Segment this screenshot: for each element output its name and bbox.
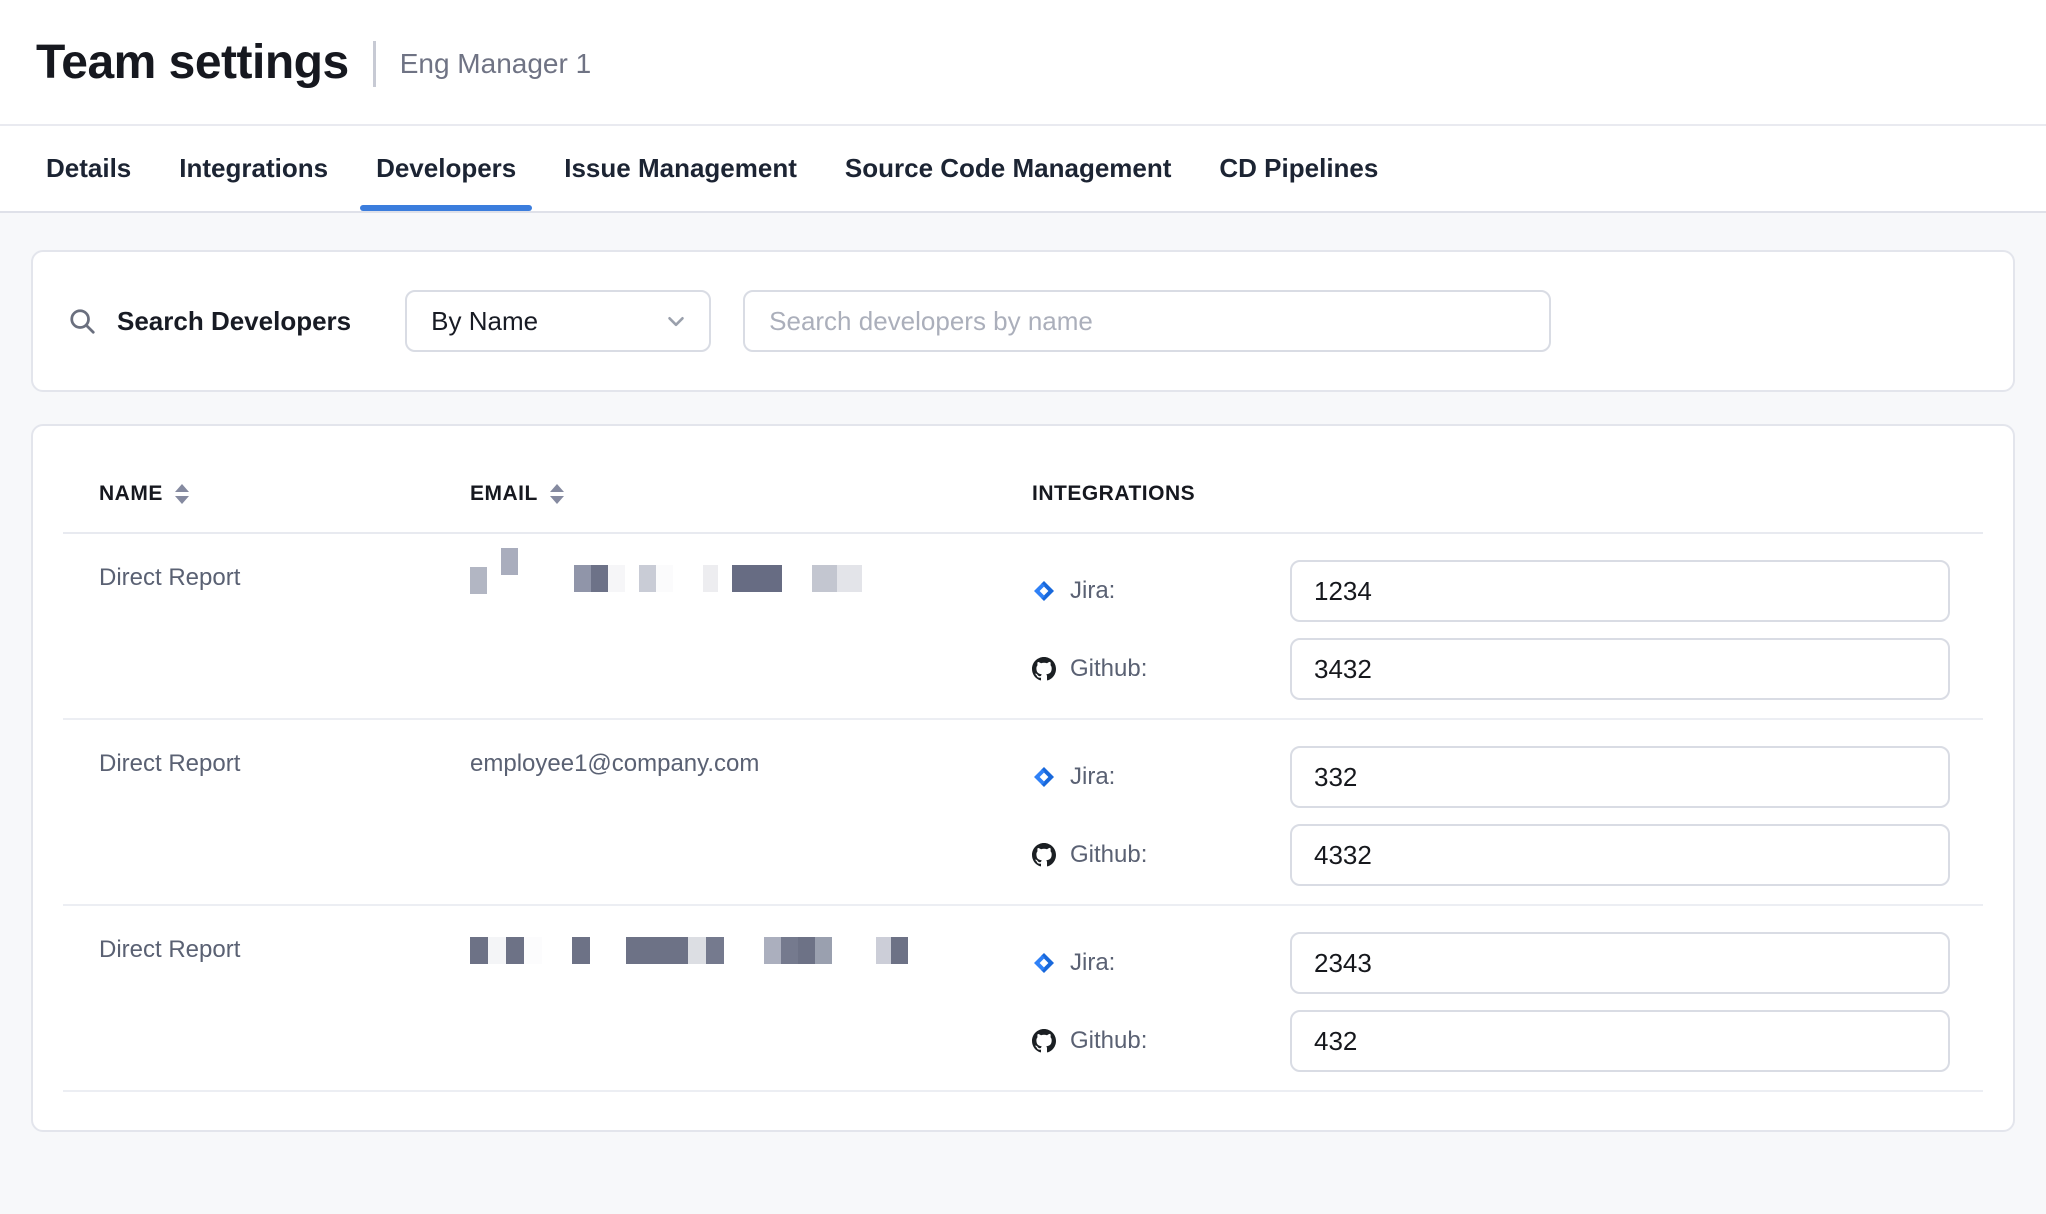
- tab-cd-pipelines[interactable]: CD Pipelines: [1219, 126, 1378, 211]
- jira-id-input[interactable]: [1290, 560, 1950, 622]
- developer-email-redacted: [470, 932, 1032, 1072]
- sort-email-icon[interactable]: [550, 484, 564, 504]
- integrations-cell: Jira: Github:: [1032, 560, 1983, 700]
- github-icon: [1032, 1029, 1056, 1053]
- magnifier-icon: [67, 306, 97, 336]
- developer-email-redacted: [470, 560, 1032, 700]
- developer-name: Direct Report: [99, 746, 470, 886]
- github-label: Github:: [1070, 841, 1147, 869]
- column-header-integrations: INTEGRATIONS: [1032, 482, 1983, 506]
- github-label: Github:: [1070, 1027, 1147, 1055]
- integrations-cell: Jira: Github:: [1032, 932, 1983, 1072]
- sort-name-icon[interactable]: [175, 484, 189, 504]
- github-id-input[interactable]: [1290, 824, 1950, 886]
- github-integration-row: Github:: [1032, 1010, 1983, 1072]
- column-header-email: EMAIL: [470, 482, 1032, 506]
- jira-icon: [1032, 951, 1056, 975]
- redacted-email-pixels: [470, 936, 908, 963]
- github-integration-row: Github:: [1032, 824, 1983, 886]
- jira-label: Jira:: [1070, 763, 1115, 791]
- search-developers-input[interactable]: [743, 290, 1551, 352]
- chevron-down-icon: [663, 308, 689, 334]
- title-separator: [373, 41, 376, 87]
- tab-source-code-management[interactable]: Source Code Management: [845, 126, 1172, 211]
- jira-integration-row: Jira:: [1032, 932, 1983, 994]
- github-integration-row: Github:: [1032, 638, 1983, 700]
- tab-details[interactable]: Details: [46, 126, 131, 211]
- table-row: Direct Report Jira:: [63, 534, 1983, 720]
- developer-name: Direct Report: [99, 932, 470, 1072]
- github-icon: [1032, 657, 1056, 681]
- table-header-row: NAME EMAIL INTEGRATIONS: [63, 426, 1983, 534]
- tab-issue-management[interactable]: Issue Management: [564, 126, 797, 211]
- jira-integration-row: Jira:: [1032, 746, 1983, 808]
- page-header: Team settings Eng Manager 1: [0, 0, 2046, 126]
- tab-integrations[interactable]: Integrations: [179, 126, 328, 211]
- developer-name: Direct Report: [99, 560, 470, 700]
- jira-id-input[interactable]: [1290, 932, 1950, 994]
- search-filter-select[interactable]: By Name: [405, 290, 711, 352]
- search-developers-label: Search Developers: [117, 306, 351, 337]
- tab-developers[interactable]: Developers: [376, 126, 516, 211]
- jira-id-input[interactable]: [1290, 746, 1950, 808]
- tab-content: Search Developers By Name NAME EMAIL INT…: [0, 213, 2046, 1132]
- table-row: Direct Report employee1@company.com Jira…: [63, 720, 1983, 906]
- jira-label: Jira:: [1070, 949, 1115, 977]
- jira-icon: [1032, 765, 1056, 789]
- integrations-cell: Jira: Github:: [1032, 746, 1983, 886]
- github-id-input[interactable]: [1290, 638, 1950, 700]
- jira-label: Jira:: [1070, 577, 1115, 605]
- column-header-name: NAME: [99, 482, 470, 506]
- search-developers-card: Search Developers By Name: [31, 250, 2015, 392]
- jira-integration-row: Jira:: [1032, 560, 1983, 622]
- redacted-email-pixels: [470, 564, 862, 591]
- settings-tabbar: Details Integrations Developers Issue Ma…: [0, 126, 2046, 213]
- search-filter-value: By Name: [431, 306, 538, 337]
- developers-table-card: NAME EMAIL INTEGRATIONS Direct Report: [31, 424, 2015, 1132]
- jira-icon: [1032, 579, 1056, 603]
- table-row: Direct Report Jira:: [63, 906, 1983, 1092]
- github-icon: [1032, 843, 1056, 867]
- page-title: Team settings: [36, 35, 349, 90]
- github-id-input[interactable]: [1290, 1010, 1950, 1072]
- team-name-subtitle: Eng Manager 1: [400, 48, 591, 80]
- github-label: Github:: [1070, 655, 1147, 683]
- developer-email: employee1@company.com: [470, 746, 1032, 886]
